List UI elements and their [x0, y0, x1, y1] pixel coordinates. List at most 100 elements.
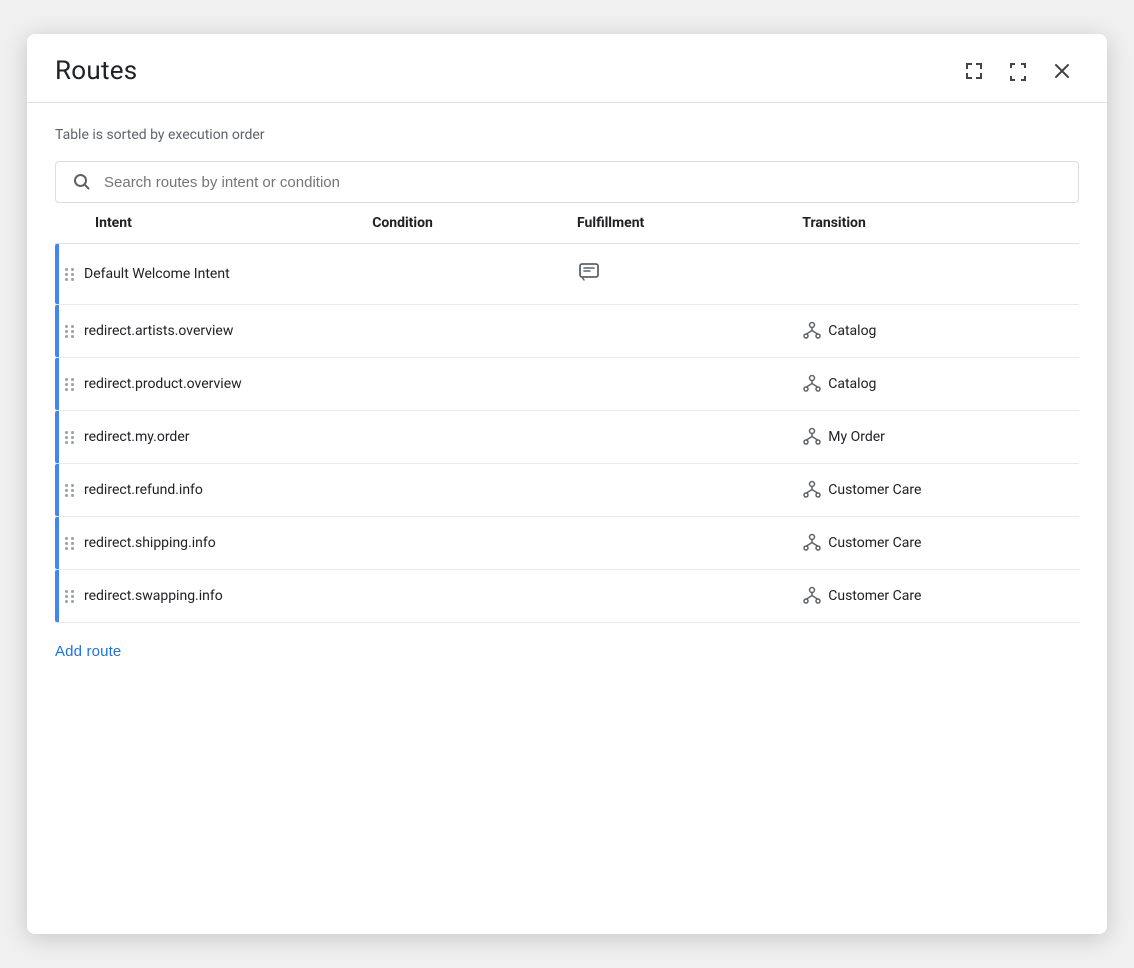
intent-text: redirect.artists.overview [84, 323, 233, 339]
transition-content: Catalog [802, 321, 1069, 341]
table-row[interactable]: redirect.my.order My Order [55, 411, 1079, 464]
col-intent: Intent [55, 203, 362, 244]
condition-cell [362, 244, 567, 305]
transition-content: Customer Care [802, 480, 1069, 500]
drag-handle[interactable] [63, 266, 76, 283]
table-row[interactable]: Default Welcome Intent [55, 244, 1079, 305]
close-icon [1051, 60, 1073, 82]
transition-text: Catalog [828, 376, 876, 392]
modal-header: Routes [27, 34, 1107, 103]
intent-text: redirect.my.order [84, 429, 190, 445]
intent-cell: redirect.my.order [55, 411, 362, 464]
intent-cell: redirect.product.overview [55, 358, 362, 411]
row-left-bar [55, 358, 59, 410]
condition-cell [362, 517, 567, 570]
intent-content: redirect.my.order [63, 429, 352, 446]
drag-handle[interactable] [63, 376, 76, 393]
fulfillment-cell [567, 411, 792, 464]
transition-cell: My Order [792, 411, 1079, 464]
node-icon [802, 427, 822, 447]
condition-cell [362, 358, 567, 411]
fulfillment-cell [567, 305, 792, 358]
condition-cell [362, 570, 567, 623]
expand-icon [963, 60, 985, 82]
transition-content: Catalog [802, 374, 1069, 394]
intent-text: redirect.swapping.info [84, 588, 223, 604]
condition-cell [362, 464, 567, 517]
intent-cell: redirect.shipping.info [55, 517, 362, 570]
fulfillment-cell [567, 244, 792, 305]
transition-text: Catalog [828, 323, 876, 339]
condition-cell [362, 411, 567, 464]
transition-cell: Customer Care [792, 464, 1079, 517]
expand-button[interactable] [957, 54, 991, 88]
intent-text: Default Welcome Intent [84, 266, 230, 282]
table-row[interactable]: redirect.refund.info Customer Care [55, 464, 1079, 517]
fulfillment-cell [567, 464, 792, 517]
drag-handle[interactable] [63, 429, 76, 446]
fulfillment-cell [567, 358, 792, 411]
table-row[interactable]: redirect.product.overview Catalog [55, 358, 1079, 411]
table-header: Intent Condition Fulfillment Transition [55, 203, 1079, 244]
intent-content: redirect.shipping.info [63, 535, 352, 552]
drag-handle[interactable] [63, 482, 76, 499]
table-row[interactable]: redirect.artists.overview Catalog [55, 305, 1079, 358]
node-icon [802, 374, 822, 394]
close-button[interactable] [1045, 54, 1079, 88]
search-bar [55, 161, 1079, 203]
transition-text: My Order [828, 429, 885, 445]
modal-title: Routes [55, 56, 137, 86]
col-transition: Transition [792, 203, 1079, 244]
transition-cell: Customer Care [792, 517, 1079, 570]
drag-handle[interactable] [63, 588, 76, 605]
modal-body: Table is sorted by execution order Inten… [27, 103, 1107, 934]
drag-handle[interactable] [63, 535, 76, 552]
row-left-bar [55, 411, 59, 463]
row-left-bar [55, 517, 59, 569]
intent-content: redirect.product.overview [63, 376, 352, 393]
transition-cell: Catalog [792, 358, 1079, 411]
transition-cell: Customer Care [792, 570, 1079, 623]
transition-content: Customer Care [802, 586, 1069, 606]
fulfillment-cell [567, 570, 792, 623]
node-icon [802, 533, 822, 553]
row-left-bar [55, 570, 59, 622]
col-fulfillment: Fulfillment [567, 203, 792, 244]
collapse-icon [1007, 60, 1029, 82]
intent-content: Default Welcome Intent [63, 266, 352, 283]
drag-handle[interactable] [63, 323, 76, 340]
search-input[interactable] [104, 174, 1062, 191]
row-left-bar [55, 244, 59, 304]
table-body: Default Welcome Intent redirect.artists.… [55, 244, 1079, 623]
intent-text: redirect.refund.info [84, 482, 203, 498]
add-route-button[interactable]: Add route [55, 633, 1079, 670]
table-row[interactable]: redirect.shipping.info Customer Care [55, 517, 1079, 570]
collapse-button[interactable] [1001, 54, 1035, 88]
row-left-bar [55, 305, 59, 357]
intent-cell: redirect.refund.info [55, 464, 362, 517]
table-row[interactable]: redirect.swapping.info Customer Care [55, 570, 1079, 623]
routes-table: Intent Condition Fulfillment Transition … [55, 203, 1079, 623]
condition-cell [362, 305, 567, 358]
node-icon [802, 586, 822, 606]
transition-text: Customer Care [828, 535, 921, 551]
transition-content: My Order [802, 427, 1069, 447]
routes-modal: Routes Table is sorted by execution orde… [27, 34, 1107, 934]
message-icon [577, 260, 601, 284]
node-icon [802, 321, 822, 341]
intent-cell: redirect.swapping.info [55, 570, 362, 623]
transition-content: Customer Care [802, 533, 1069, 553]
intent-cell: redirect.artists.overview [55, 305, 362, 358]
node-icon [802, 480, 822, 500]
routes-table-wrapper: Intent Condition Fulfillment Transition … [55, 203, 1079, 623]
col-condition: Condition [362, 203, 567, 244]
intent-content: redirect.artists.overview [63, 323, 352, 340]
fulfillment-cell [567, 517, 792, 570]
sort-label: Table is sorted by execution order [55, 127, 1079, 143]
transition-text: Customer Care [828, 588, 921, 604]
search-icon [72, 172, 92, 192]
transition-cell [792, 244, 1079, 305]
row-left-bar [55, 464, 59, 516]
transition-text: Customer Care [828, 482, 921, 498]
intent-text: redirect.product.overview [84, 376, 242, 392]
